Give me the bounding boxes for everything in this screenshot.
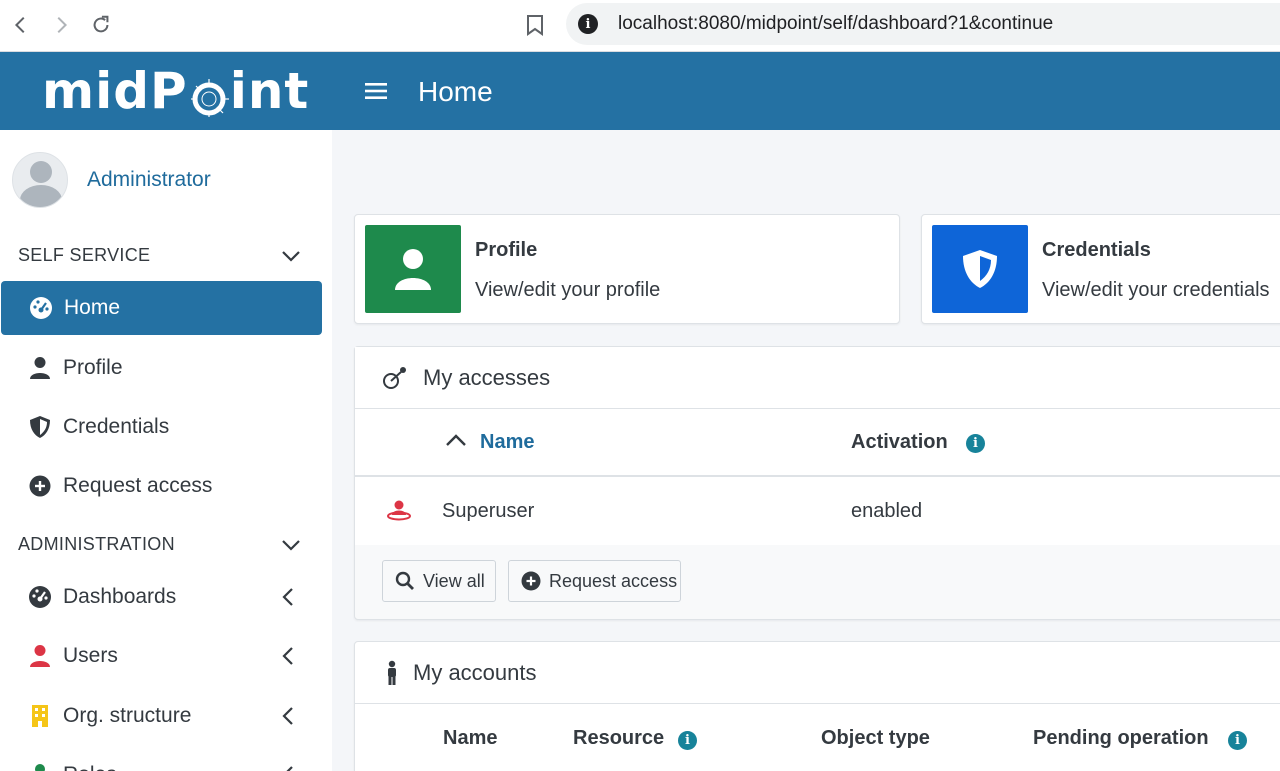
info-icon[interactable]: i	[1228, 731, 1247, 750]
my-accounts-header: My accounts	[355, 642, 1280, 704]
forward-button[interactable]	[46, 10, 76, 40]
url-path: :8080/midpoint/self/dashboard?1&continue	[693, 13, 1054, 34]
sidebar-item-request-access[interactable]: Request access	[0, 459, 322, 513]
bookmark-button[interactable]	[520, 10, 550, 40]
section-label: SELF SERVICE	[18, 244, 151, 265]
shield-icon	[963, 250, 997, 288]
access-name[interactable]: Superuser	[442, 500, 534, 523]
sidebar-item-org-structure[interactable]: Org. structure	[0, 689, 322, 743]
user-icon	[28, 356, 52, 380]
column-header-resource[interactable]: Resource	[573, 727, 664, 750]
avatar	[12, 152, 68, 208]
view-all-button[interactable]: View all	[382, 560, 496, 602]
menu-label: Roles	[63, 763, 117, 771]
chevron-left-icon	[282, 707, 293, 725]
menu-label: Users	[63, 644, 118, 667]
chevron-left-icon	[282, 588, 293, 606]
accesses-table-header: Name Activation i	[355, 409, 1280, 477]
request-access-label: Request access	[549, 570, 678, 591]
menu-label: Request access	[63, 474, 213, 497]
plus-circle-icon	[521, 571, 541, 591]
sidebar-item-home[interactable]: Home	[1, 281, 322, 335]
building-icon	[28, 704, 52, 728]
menu-label: Dashboards	[63, 585, 177, 608]
back-button[interactable]	[6, 10, 36, 40]
info-icon[interactable]: i	[966, 434, 985, 453]
my-accesses-title: My accesses	[423, 365, 551, 390]
my-accounts-title: My accounts	[413, 660, 537, 685]
app-header: midP int Home	[0, 52, 1280, 130]
menu-label: Home	[64, 296, 121, 319]
dashboard-icon	[29, 296, 53, 320]
sidebar-item-profile[interactable]: Profile	[0, 341, 322, 395]
person-icon	[388, 660, 396, 685]
superuser-role-icon	[387, 500, 411, 521]
user-icon	[395, 249, 431, 290]
page-title: Home	[418, 76, 493, 107]
table-row[interactable]: Superuser enabled	[355, 477, 1280, 545]
column-header-name[interactable]: Name	[443, 727, 497, 750]
credentials-card-title: Credentials	[1042, 239, 1151, 261]
shield-icon	[28, 415, 52, 439]
profile-tile	[365, 225, 461, 313]
user-name-link[interactable]: Administrator	[87, 168, 211, 192]
midpoint-logo[interactable]: midP int	[42, 60, 309, 122]
menu-label: Credentials	[63, 415, 170, 438]
reload-icon	[93, 15, 109, 33]
search-icon	[395, 571, 415, 591]
menu-label: Profile	[63, 356, 123, 379]
site-info-icon[interactable]: i	[578, 14, 598, 34]
section-administration[interactable]: ADMINISTRATION	[0, 524, 332, 564]
browser-toolbar: i localhost:8080/midpoint/self/dashboard…	[0, 0, 1280, 52]
bookmark-icon	[527, 15, 543, 36]
column-header-name[interactable]: Name	[480, 431, 534, 454]
logo-text-end: int	[229, 62, 310, 120]
column-header-activation: Activation	[851, 431, 948, 453]
menu-label: Org. structure	[63, 704, 192, 727]
sidebar-item-roles[interactable]: Roles	[0, 748, 322, 771]
credentials-link-card[interactable]: Credentials View/edit your credentials	[921, 214, 1280, 324]
role-icon	[28, 763, 52, 771]
chevron-left-icon	[286, 766, 293, 771]
sort-ascending-icon[interactable]	[445, 433, 467, 447]
sidebar-item-dashboards[interactable]: Dashboards	[0, 570, 322, 624]
chevron-down-icon	[282, 540, 300, 551]
user-icon	[28, 644, 52, 668]
user-panel: Administrator	[0, 130, 332, 230]
url-text: localhost:8080/midpoint/self/dashboard?1…	[618, 13, 1053, 35]
profile-card-desc: View/edit your profile	[475, 279, 661, 301]
menu-toggle-button[interactable]	[362, 78, 390, 104]
chevron-down-icon	[282, 251, 300, 262]
access-activation: enabled	[851, 500, 923, 522]
column-header-object-type[interactable]: Object type	[821, 727, 930, 750]
my-accesses-box: My accesses Name Activation i Superuser …	[354, 346, 1280, 620]
section-self-service[interactable]: SELF SERVICE	[0, 235, 332, 275]
sidebar: Administrator SELF SERVICE Home Profile …	[0, 130, 332, 771]
plus-circle-icon	[28, 474, 52, 498]
my-accesses-header: My accesses	[355, 347, 1280, 409]
address-bar[interactable]: i localhost:8080/midpoint/self/dashboard…	[566, 3, 1280, 45]
hamburger-icon	[365, 83, 387, 99]
forward-arrow-icon	[57, 16, 68, 34]
sidebar-item-users[interactable]: Users	[0, 629, 322, 683]
info-icon[interactable]: i	[678, 731, 697, 750]
url-host: localhost	[618, 13, 693, 34]
section-label: ADMINISTRATION	[18, 533, 175, 554]
profile-link-card[interactable]: Profile View/edit your profile	[354, 214, 900, 324]
view-all-label: View all	[423, 570, 485, 591]
reload-button[interactable]	[86, 10, 116, 40]
request-access-button[interactable]: Request access	[508, 560, 681, 602]
column-header-pending-operation[interactable]: Pending operation	[1033, 727, 1209, 750]
assignment-icon	[383, 367, 406, 389]
sidebar-item-credentials[interactable]: Credentials	[0, 400, 322, 454]
credentials-card-desc: View/edit your credentials	[1042, 279, 1270, 301]
my-accounts-box: My accounts Name Resource i Object type …	[354, 641, 1280, 771]
credentials-tile	[932, 225, 1028, 313]
back-arrow-icon	[14, 16, 25, 34]
profile-card-title: Profile	[475, 239, 538, 261]
chevron-left-icon	[282, 647, 293, 665]
logo-text-start: midP	[42, 62, 188, 120]
dashboard-icon	[28, 585, 52, 609]
logo-gear-icon	[189, 71, 229, 119]
